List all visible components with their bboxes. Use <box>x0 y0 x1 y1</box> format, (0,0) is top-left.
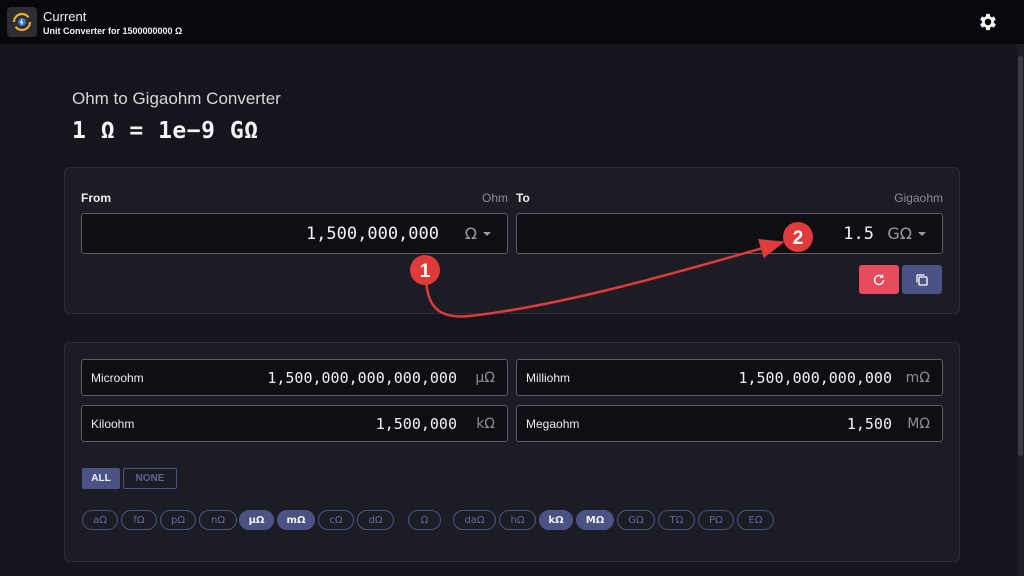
result-name: Microohm <box>91 371 144 385</box>
result-name: Kiloohm <box>91 417 134 431</box>
reset-button[interactable] <box>859 265 899 294</box>
top-bar: Current Unit Converter for 1500000000 Ω <box>0 0 1024 44</box>
conversion-formula: 1 Ω = 1e−9 GΩ <box>72 118 259 144</box>
to-label: To <box>516 191 530 205</box>
unit-chip-centi[interactable]: cΩ <box>318 510 354 530</box>
unit-chip-deci[interactable]: dΩ <box>357 510 394 530</box>
result-unit: mΩ <box>906 360 930 395</box>
select-all-button[interactable]: ALL <box>82 468 120 489</box>
unit-chip-peta[interactable]: PΩ <box>698 510 734 530</box>
from-value-input[interactable]: 1,500,000,000 Ω <box>81 213 508 254</box>
unit-chip-pico[interactable]: pΩ <box>160 510 196 530</box>
app-subtitle: Unit Converter for 1500000000 Ω <box>43 26 182 36</box>
result-name: Megaohm <box>526 417 579 431</box>
unit-chip-nano[interactable]: nΩ <box>199 510 237 530</box>
from-value[interactable]: 1,500,000,000 <box>306 214 439 253</box>
scrollbar[interactable] <box>1017 44 1024 576</box>
converter-title: Ohm to Gigaohm Converter <box>72 89 281 109</box>
copy-icon <box>915 273 929 287</box>
result-value[interactable]: 1,500,000 <box>376 406 457 441</box>
to-unit-select[interactable]: GΩ <box>887 214 912 253</box>
unit-chip-atto[interactable]: aΩ <box>82 510 118 530</box>
unit-chip-micro[interactable]: μΩ <box>239 510 274 530</box>
result-value[interactable]: 1,500,000,000,000 <box>738 360 892 395</box>
result-row-megaohm[interactable]: Megaohm 1,500 MΩ <box>516 405 943 442</box>
result-row-kiloohm[interactable]: Kiloohm 1,500,000 kΩ <box>81 405 508 442</box>
result-name: Milliohm <box>526 371 570 385</box>
unit-chip-femto[interactable]: fΩ <box>121 510 157 530</box>
unit-chip-list: aΩ fΩ pΩ nΩ μΩ mΩ cΩ dΩ Ω daΩ hΩ kΩ MΩ G… <box>0 510 1024 532</box>
result-row-milliohm[interactable]: Milliohm 1,500,000,000,000 mΩ <box>516 359 943 396</box>
unit-chip-mega[interactable]: MΩ <box>576 510 614 530</box>
from-unit-select[interactable]: Ω <box>465 214 477 253</box>
select-none-button[interactable]: NONE <box>123 468 177 489</box>
refresh-icon <box>872 273 886 287</box>
unit-chip-giga[interactable]: GΩ <box>617 510 655 530</box>
result-unit: μΩ <box>475 360 495 395</box>
unit-chip-tera[interactable]: TΩ <box>658 510 695 530</box>
from-unit-name: Ohm <box>420 191 508 205</box>
unit-chip-kilo[interactable]: kΩ <box>539 510 573 530</box>
unit-chip-milli[interactable]: mΩ <box>277 510 315 530</box>
to-value-input[interactable]: 1.5 GΩ <box>516 213 943 254</box>
copy-button[interactable] <box>902 265 942 294</box>
unit-chip-base[interactable]: Ω <box>408 510 441 530</box>
result-unit: MΩ <box>907 406 930 441</box>
result-value[interactable]: 1,500 <box>847 406 892 441</box>
unit-chip-exa[interactable]: EΩ <box>737 510 774 530</box>
scrollbar-thumb[interactable] <box>1018 56 1023 456</box>
chevron-down-icon[interactable] <box>918 232 926 236</box>
result-row-microohm[interactable]: Microohm 1,500,000,000,000,000 μΩ <box>81 359 508 396</box>
unit-chip-deca[interactable]: daΩ <box>453 510 496 530</box>
to-value[interactable]: 1.5 <box>843 214 874 253</box>
result-unit: kΩ <box>476 406 495 441</box>
gear-icon[interactable] <box>977 11 999 33</box>
from-label: From <box>81 191 111 205</box>
current-logo-icon[interactable] <box>7 7 37 37</box>
app-title: Current <box>43 9 86 24</box>
unit-chip-hecto[interactable]: hΩ <box>499 510 536 530</box>
chevron-down-icon[interactable] <box>483 232 491 236</box>
to-unit-name: Gigaohm <box>843 191 943 205</box>
result-value[interactable]: 1,500,000,000,000,000 <box>267 360 457 395</box>
